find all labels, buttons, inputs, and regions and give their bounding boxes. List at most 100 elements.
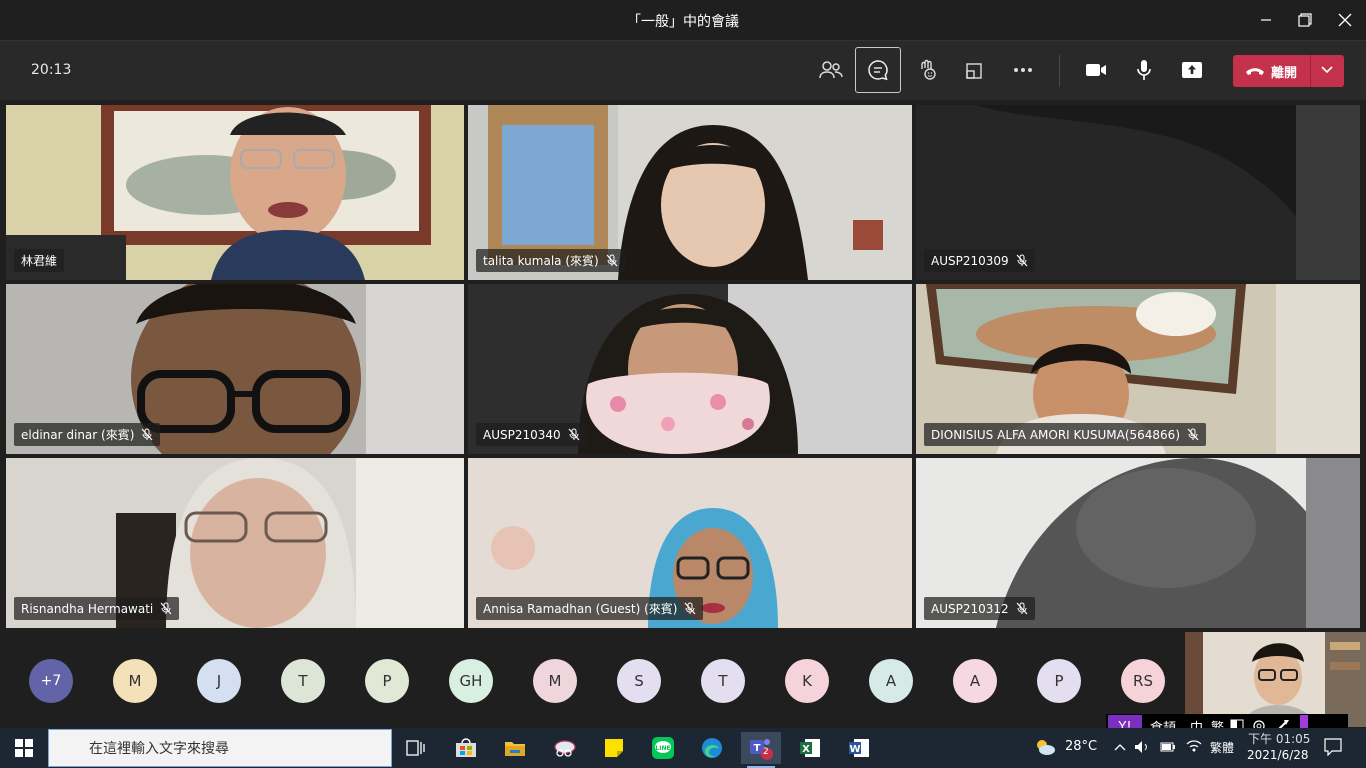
teams-notification-badge: 2: [763, 747, 769, 757]
start-button[interactable]: [4, 732, 44, 764]
participant-avatar[interactable]: K: [785, 659, 829, 703]
participant-avatar[interactable]: P: [1037, 659, 1081, 703]
leave-button[interactable]: 離開: [1233, 55, 1344, 87]
edge-browser-icon: [702, 738, 722, 758]
search-placeholder: 在這裡輸入文字來搜尋: [89, 741, 229, 757]
participant-avatar[interactable]: S: [617, 659, 661, 703]
volume-icon[interactable]: [1134, 740, 1150, 754]
taskbar-teams[interactable]: T 2: [741, 732, 781, 768]
taskbar-snipping-tool[interactable]: [545, 732, 585, 764]
participants-button[interactable]: [808, 47, 854, 93]
taskbar-line[interactable]: LINE: [643, 732, 683, 764]
participant-name: AUSP210312: [931, 601, 1009, 616]
weather-cloud-icon[interactable]: [1034, 738, 1056, 756]
mic-muted-icon: [1016, 602, 1028, 615]
minimize-button[interactable]: [1254, 8, 1278, 32]
mic-muted-icon: [141, 428, 153, 441]
taskbar-excel[interactable]: X: [790, 732, 830, 764]
close-button[interactable]: [1333, 8, 1357, 32]
mic-muted-icon: [160, 602, 172, 615]
participant-name: AUSP210309: [931, 253, 1009, 268]
leave-label: 離開: [1271, 65, 1298, 81]
participant-nametag: AUSP210340: [476, 423, 587, 446]
chat-icon: [868, 60, 888, 81]
clock-time[interactable]: 下午 01:05: [1248, 730, 1310, 747]
line-app-icon: LINE: [652, 737, 674, 759]
video-tile[interactable]: 林君維: [6, 105, 464, 280]
more-actions-button[interactable]: [1000, 47, 1046, 93]
close-icon: [1338, 13, 1352, 27]
taskbar-word[interactable]: W: [839, 732, 879, 764]
svg-text:T: T: [754, 743, 761, 754]
mic-muted-icon: [684, 602, 696, 615]
chevron-down-icon[interactable]: [1319, 62, 1335, 78]
participant-nametag: Risnandha Hermawati: [14, 597, 180, 620]
clock-date[interactable]: 2021/6/28: [1247, 748, 1309, 762]
participant-nametag: eldinar dinar (來賓): [14, 423, 161, 446]
participant-avatar[interactable]: GH: [449, 659, 493, 703]
participant-name: DIONISIUS ALFA AMORI KUSUMA(564866): [931, 427, 1180, 442]
participant-avatar[interactable]: M: [533, 659, 577, 703]
taskbar-sticky-notes[interactable]: [594, 732, 634, 764]
taskbar-store[interactable]: [446, 732, 486, 764]
window-titlebar: 「一般」中的會議: [0, 0, 1366, 40]
video-tile[interactable]: AUSP210309: [916, 105, 1360, 280]
window-title: 「一般」中的會議: [627, 14, 739, 30]
battery-icon[interactable]: [1160, 741, 1176, 753]
taskbar-file-explorer[interactable]: [495, 732, 535, 764]
people-icon: [819, 61, 843, 79]
wifi-icon[interactable]: [1186, 739, 1202, 753]
participant-nametag: AUSP210312: [924, 597, 1035, 620]
participant-avatar[interactable]: P: [365, 659, 409, 703]
word-icon: W: [849, 739, 869, 757]
participant-nametag: DIONISIUS ALFA AMORI KUSUMA(564866): [924, 423, 1206, 446]
windows-logo-icon: [15, 739, 33, 757]
participant-avatar[interactable]: J: [197, 659, 241, 703]
restore-icon: [1298, 13, 1312, 27]
video-tile[interactable]: Risnandha Hermawati: [6, 458, 464, 628]
windows-taskbar: 在這裡輸入文字來搜尋 LINE T 2 X W 28°C 繁體 下午 01:05…: [0, 728, 1366, 768]
taskbar-edge[interactable]: [692, 732, 732, 764]
meeting-timer: 20:13: [31, 62, 72, 78]
chevron-up-icon[interactable]: [1114, 742, 1126, 752]
weather-temperature[interactable]: 28°C: [1065, 739, 1097, 754]
chat-button[interactable]: [855, 47, 901, 93]
participant-avatar[interactable]: A: [869, 659, 913, 703]
participant-name: AUSP210340: [483, 427, 561, 442]
video-camera-icon: [1086, 64, 1106, 76]
video-tile[interactable]: Annisa Ramadhan (Guest) (來賓): [468, 458, 912, 628]
maximize-button[interactable]: [1293, 8, 1317, 32]
reactions-button[interactable]: [904, 47, 950, 93]
task-view-button[interactable]: [396, 732, 436, 764]
video-tile[interactable]: AUSP210312: [916, 458, 1360, 628]
rooms-icon: [966, 63, 982, 79]
input-language[interactable]: 繁體: [1210, 739, 1234, 756]
microphone-icon: [1137, 60, 1151, 80]
video-tile[interactable]: DIONISIUS ALFA AMORI KUSUMA(564866): [916, 284, 1360, 454]
participant-avatar[interactable]: M: [113, 659, 157, 703]
camera-button[interactable]: [1073, 47, 1119, 93]
video-tile[interactable]: eldinar dinar (來賓): [6, 284, 464, 454]
self-view-video[interactable]: [1185, 632, 1366, 727]
video-tile[interactable]: talita kumala (來賓): [468, 105, 912, 280]
participant-avatar[interactable]: T: [281, 659, 325, 703]
participant-avatar[interactable]: A: [953, 659, 997, 703]
participant-avatar[interactable]: T: [701, 659, 745, 703]
participant-name: eldinar dinar (來賓): [21, 428, 135, 442]
mic-muted-icon: [606, 254, 618, 267]
more-participants-button[interactable]: +7: [29, 659, 73, 703]
taskbar-search-box[interactable]: 在這裡輸入文字來搜尋: [48, 729, 392, 767]
breakout-rooms-button[interactable]: [952, 47, 998, 93]
minimize-icon: [1261, 19, 1271, 21]
microphone-button[interactable]: [1121, 47, 1167, 93]
video-tile[interactable]: AUSP210340: [468, 284, 912, 454]
scissors-icon: [554, 740, 576, 757]
participant-name: 林君維: [21, 254, 58, 268]
notification-center-icon[interactable]: [1324, 738, 1342, 756]
video-feed: [6, 105, 464, 280]
overflow-participants: +7 M J T P GH M S T K A A P RS: [0, 632, 1185, 727]
participant-avatar[interactable]: RS: [1121, 659, 1165, 703]
share-screen-button[interactable]: [1169, 47, 1215, 93]
svg-text:W: W: [849, 744, 860, 755]
excel-icon: X: [800, 739, 820, 757]
